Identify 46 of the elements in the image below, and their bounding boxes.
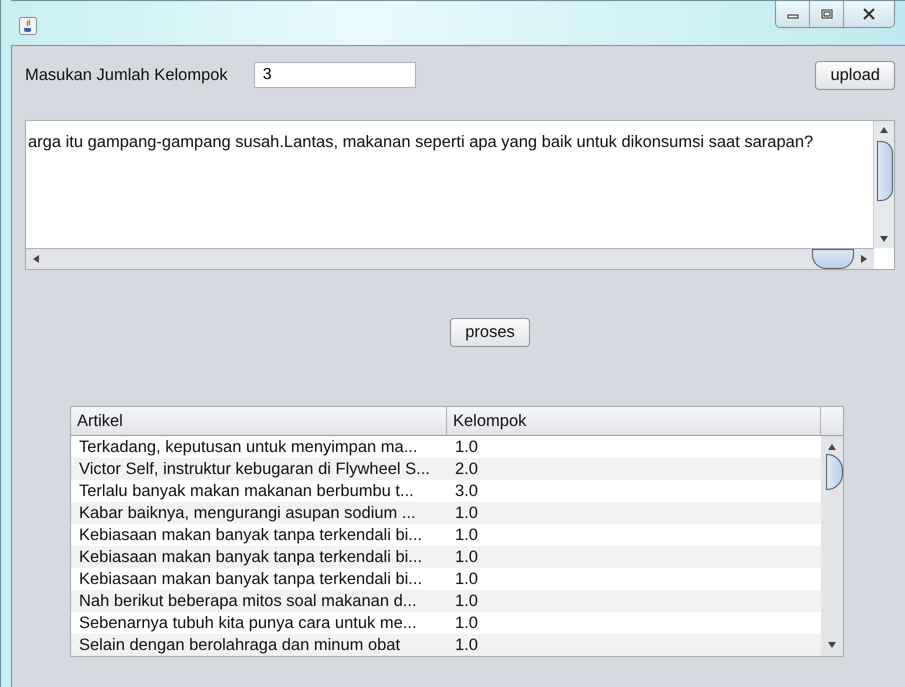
- maximize-icon: [820, 9, 832, 19]
- article-text-area[interactable]: arga itu gampang-gampang susah.Lantas, makanan seperti apa yang baik untuk dikonsumsi saat sarapan?: [25, 120, 895, 270]
- scroll-left-icon[interactable]: [32, 255, 40, 263]
- table-cell-text: 3.0: [454, 482, 479, 500]
- scroll-up-icon[interactable]: [828, 443, 836, 451]
- scroll-right-icon[interactable]: [860, 255, 868, 263]
- table-cell-text: Terkadang, keputusan untuk menyimpan ma...: [78, 438, 418, 456]
- column-header[interactable]: Artikel: [71, 407, 447, 435]
- table-cell-text: Selain dengan berolahraga dan minum obat: [78, 636, 402, 654]
- scroll-thumb[interactable]: [812, 249, 854, 269]
- table-cell-text: Sebenarnya tubuh kita punya cara untuk me...: [78, 614, 418, 632]
- table-cell-text: Kebiasaan makan banyak tanpa terkendali bi...: [78, 526, 424, 544]
- table-cell-text: Kebiasaan makan banyak tanpa terkendali bi...: [78, 570, 424, 588]
- table-cell-text: Nah berikut beberapa mitos soal makanan d...: [78, 592, 418, 610]
- upload-button[interactable]: upload: [815, 60, 895, 90]
- vertical-scrollbar[interactable]: [821, 436, 843, 656]
- scroll-thumb[interactable]: [877, 141, 893, 201]
- column-header[interactable]: Kelompok: [447, 407, 821, 435]
- java-cup-icon: [19, 17, 37, 35]
- scroll-thumb[interactable]: [826, 454, 842, 490]
- minimize-button[interactable]: [776, 1, 810, 27]
- scroll-down-icon[interactable]: [828, 641, 836, 649]
- scroll-down-icon[interactable]: [880, 235, 888, 243]
- table-cell-text: Kebiasaan makan banyak tanpa terkendali bi...: [78, 548, 424, 566]
- process-button[interactable]: proses: [450, 318, 530, 347]
- article-text: arga itu gampang-gampang susah.Lantas, makanan seperti apa yang baik untuk dikonsumsi saat sarapan?: [27, 132, 814, 153]
- table-cell-text: 1.0: [454, 504, 479, 522]
- horizontal-scrollbar[interactable]: [26, 248, 874, 269]
- table-cell-text: 1.0: [454, 636, 479, 654]
- scroll-up-icon[interactable]: [880, 126, 888, 134]
- table-cell-text: 1.0: [454, 438, 479, 456]
- table-cell-text: 1.0: [454, 526, 479, 544]
- table-cell-text: Terlalu banyak makan makanan berbumbu t...: [78, 482, 415, 500]
- group-count-label: Masukan Jumlah Kelompok: [25, 66, 228, 84]
- close-icon: [862, 8, 876, 20]
- close-button[interactable]: [844, 1, 894, 27]
- vertical-scrollbar[interactable]: [873, 121, 894, 248]
- table-cell-text: 2.0: [454, 460, 479, 478]
- group-count-field[interactable]: 3: [254, 62, 416, 88]
- maximize-button[interactable]: [810, 1, 844, 27]
- table-cell-text: 1.0: [454, 570, 479, 588]
- table-cell-text: Kabar baiknya, mengurangi asupan sodium ...: [78, 504, 417, 522]
- table-cell-text: 1.0: [454, 548, 479, 566]
- table-cell-text: 1.0: [454, 592, 479, 610]
- table-cell-text: 1.0: [454, 614, 479, 632]
- table-cell-text: Victor Self, instruktur kebugaran di Flywheel S...: [78, 460, 431, 478]
